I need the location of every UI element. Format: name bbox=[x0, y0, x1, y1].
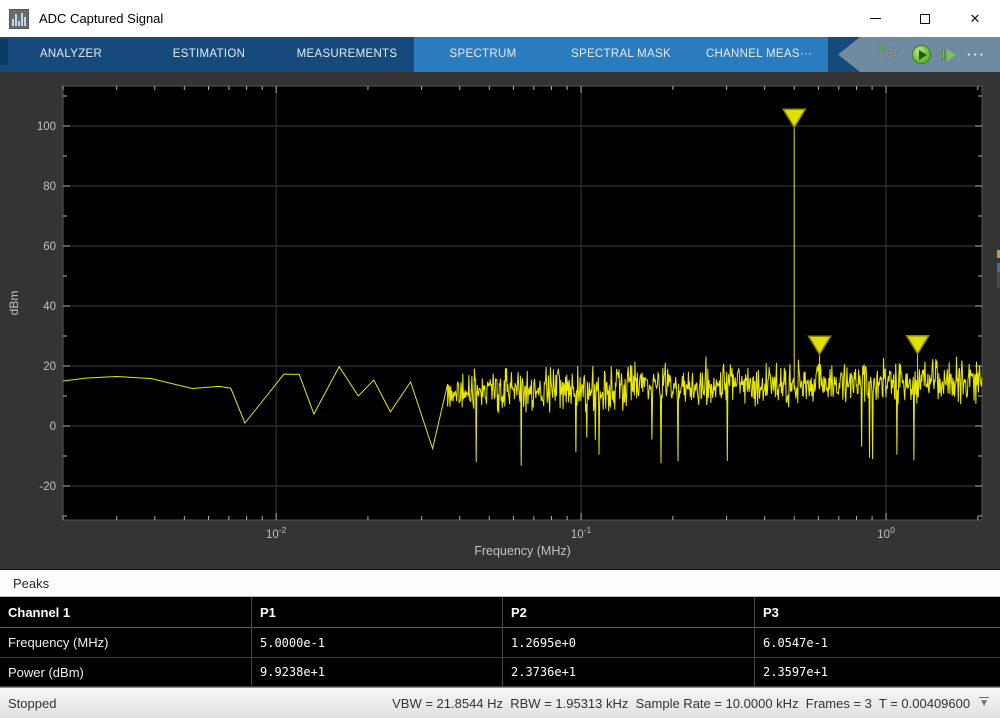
quick-access-chevron: ⚙ ··· bbox=[838, 37, 1000, 72]
status-expander-icon[interactable]: ▼ bbox=[979, 697, 989, 709]
minimize-icon bbox=[869, 18, 881, 19]
tab-channel-meas[interactable]: CHANNEL MEAS··· bbox=[690, 37, 828, 72]
x-tick-label: 100 bbox=[877, 525, 895, 541]
step-bar-icon bbox=[942, 49, 945, 60]
x-tick-label: 10-1 bbox=[571, 525, 592, 541]
y-tick-label: 100 bbox=[37, 121, 56, 133]
peaks-col-channel: Channel 1 bbox=[0, 597, 252, 628]
plot-canvas bbox=[63, 86, 982, 520]
power-row-label: Power (dBm) bbox=[0, 658, 252, 687]
peaks-col-p1: P1 bbox=[252, 597, 503, 628]
peaks-panel-header[interactable]: Peaks bbox=[0, 569, 1000, 597]
power-p3-value: 2.3597e+1 bbox=[755, 658, 1000, 687]
minimize-button[interactable] bbox=[850, 0, 900, 37]
run-settings-button[interactable]: ⚙ bbox=[879, 43, 901, 65]
power-p2-value: 2.3736e+1 bbox=[503, 658, 755, 687]
peaks-panel-title: Peaks bbox=[13, 575, 50, 591]
x-tick-label: 10-2 bbox=[266, 525, 287, 541]
tab-group-main: ANALYZER ESTIMATION MEASUREMENTS bbox=[2, 37, 416, 72]
y-tick-label: 40 bbox=[43, 301, 56, 313]
status-state: Stopped bbox=[8, 695, 57, 711]
y-tick-label: 20 bbox=[43, 361, 56, 373]
tab-spectral-mask[interactable]: SPECTRAL MASK bbox=[552, 37, 690, 72]
y-tick-label: 0 bbox=[50, 421, 56, 433]
close-icon: ✕ bbox=[969, 11, 981, 26]
power-p1-value: 9.9238e+1 bbox=[252, 658, 503, 687]
quick-access-bar: ⚙ ··· bbox=[828, 37, 1000, 72]
freq-p1-value: 5.0000e-1 bbox=[252, 628, 503, 658]
title-bar: ADC Captured Signal ✕ bbox=[0, 0, 1000, 37]
freq-p3-value: 6.0547e-1 bbox=[755, 628, 1000, 658]
y-tick-label: 80 bbox=[43, 181, 56, 193]
maximize-icon bbox=[920, 13, 930, 24]
maximize-button[interactable] bbox=[900, 0, 950, 37]
peaks-table: Channel 1 P1 P2 P3 Frequency (MHz) 5.000… bbox=[0, 597, 1000, 687]
y-tick-label: 60 bbox=[43, 241, 56, 253]
spectrum-plot-area: -20 0 20 40 60 80 100 10-2 10-1 100 dBm Frequency (… bbox=[0, 72, 1000, 569]
x-axis-label: Frequency (MHz) bbox=[474, 544, 571, 558]
step-play-icon bbox=[947, 48, 956, 61]
peaks-col-p2: P2 bbox=[503, 597, 755, 628]
window-title: ADC Captured Signal bbox=[39, 11, 164, 26]
freq-p2-value: 1.2695e+0 bbox=[503, 628, 755, 658]
spectrum-analyzer-window: ADC Captured Signal ✕ ANALYZER ESTIMATIO… bbox=[0, 0, 1000, 718]
run-button[interactable] bbox=[912, 45, 931, 64]
window-controls: ✕ bbox=[850, 0, 1000, 37]
app-spectrum-icon bbox=[9, 8, 29, 29]
y-tick-label: -20 bbox=[39, 481, 56, 493]
tab-spectrum[interactable]: SPECTRUM bbox=[414, 37, 552, 72]
step-forward-button[interactable] bbox=[942, 48, 956, 61]
mini-play-icon bbox=[879, 43, 886, 52]
tab-analyzer[interactable]: ANALYZER bbox=[2, 37, 140, 72]
close-button[interactable]: ✕ bbox=[950, 0, 1000, 37]
toolstrip: ANALYZER ESTIMATION MEASUREMENTS SPECTRU… bbox=[0, 37, 1000, 72]
more-options-button[interactable]: ··· bbox=[967, 37, 986, 72]
spectrum-plot[interactable]: -20 0 20 40 60 80 100 10-2 10-1 100 dBm Frequency (… bbox=[0, 72, 1000, 569]
tab-measurements[interactable]: MEASUREMENTS bbox=[278, 37, 416, 72]
status-bar: Stopped VBW = 21.8544 Hz RBW = 1.95313 k… bbox=[0, 687, 1000, 718]
play-icon bbox=[918, 49, 927, 60]
status-info: VBW = 21.8544 Hz RBW = 1.95313 kHz Sampl… bbox=[392, 695, 971, 711]
tab-group-contextual: SPECTRUM SPECTRAL MASK CHANNEL MEAS··· bbox=[414, 37, 828, 72]
y-axis-label: dBm bbox=[7, 291, 21, 316]
freq-row-label: Frequency (MHz) bbox=[0, 628, 252, 658]
tab-estimation[interactable]: ESTIMATION bbox=[140, 37, 278, 72]
peaks-col-p3: P3 bbox=[755, 597, 1000, 628]
